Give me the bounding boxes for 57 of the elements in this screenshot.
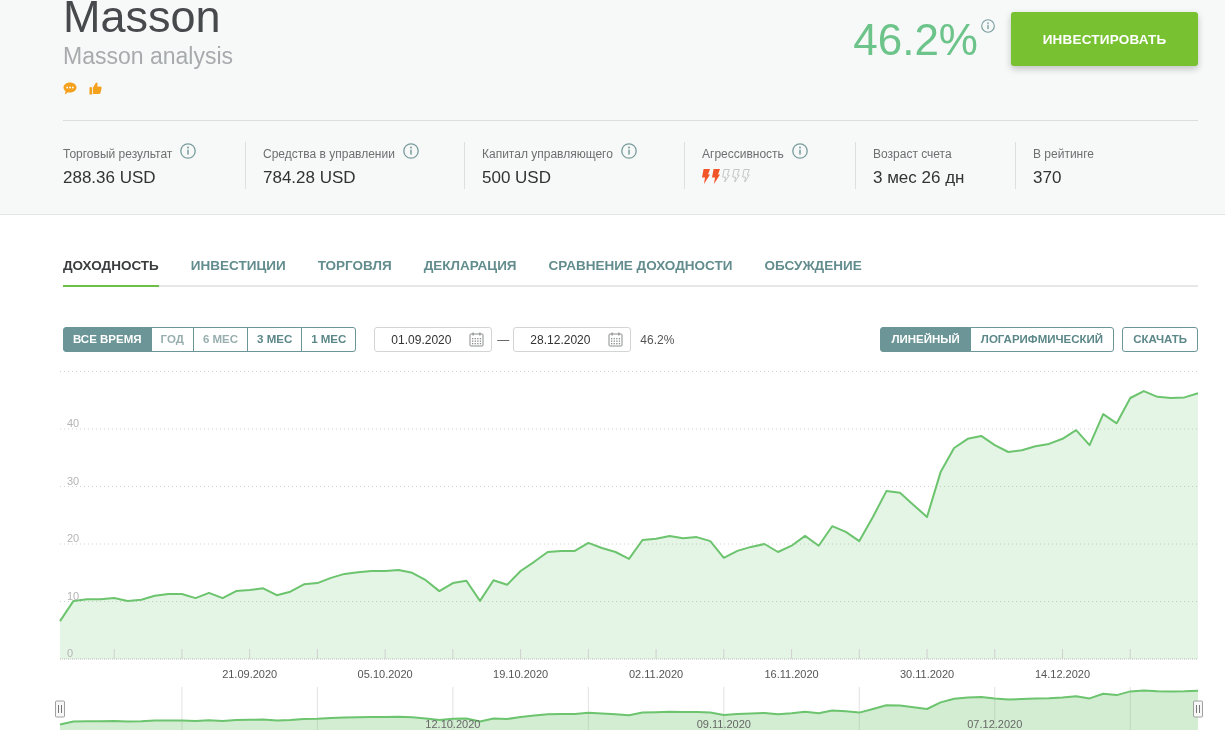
invest-button[interactable]: ИНВЕСТИРОВАТЬ — [1011, 12, 1198, 66]
axis-label: 05.10.2020 — [357, 668, 413, 680]
calendar-icon — [469, 332, 485, 347]
axis-label: 10 — [67, 589, 80, 602]
period-button[interactable]: ВСЕ ВРЕМЯ — [63, 327, 152, 352]
tab[interactable]: ДЕКЛАРАЦИЯ — [423, 256, 517, 287]
period-button[interactable]: 3 МЕС — [247, 327, 303, 352]
download-button[interactable]: СКАЧАТЬ — [1122, 327, 1198, 352]
lightning-outline-icon — [742, 169, 750, 184]
stat-label: Агрессивность — [702, 146, 784, 162]
axis-label: 16.11.2020 — [764, 668, 819, 680]
tab[interactable]: СРАВНЕНИЕ ДОХОДНОСТИ — [548, 256, 733, 287]
axis-label: 14.12.2020 — [1035, 668, 1091, 680]
stat-label: Торговый результат — [63, 146, 173, 162]
page-subtitle: Masson analysis — [63, 42, 234, 70]
stat-value: 500 USD — [482, 168, 552, 188]
stat-label: Возраст счета — [873, 146, 952, 162]
date-field[interactable]: 28.12.2020 — [513, 327, 632, 352]
range-handle[interactable] — [1193, 700, 1203, 718]
tab[interactable]: ОБСУЖДЕНИЕ — [764, 256, 862, 287]
stat-value: 288.36 USD — [63, 168, 157, 188]
speech-bubble-icon — [63, 82, 77, 95]
tab[interactable]: ТОРГОВЛЯ — [317, 256, 392, 287]
lightning-outline-icon — [722, 169, 730, 184]
lightning-icon — [702, 169, 710, 184]
stat-value: 784.28 USD — [263, 168, 357, 188]
axis-label: 30 — [67, 474, 80, 487]
navigator-label: 07.12.2020 — [967, 718, 1023, 730]
thumbs-up-icon — [89, 82, 102, 95]
scale-button[interactable]: ЛОГАРИФМИЧЕСКИЙ — [969, 327, 1115, 352]
period-button[interactable]: 1 МЕС — [301, 327, 357, 352]
axis-label: 02.11.2020 — [628, 668, 684, 680]
axis-label: 21.09.2020 — [222, 668, 278, 680]
stat-value: 370 — [1033, 168, 1063, 188]
axis-label: 40 — [67, 417, 80, 429]
scale-button[interactable]: ЛИНЕЙНЫЙ — [880, 327, 971, 352]
stat-label: Средства в управлении — [263, 146, 395, 162]
date-field[interactable]: 01.09.2020 — [374, 327, 493, 352]
date-separator: — — [497, 332, 510, 347]
axis-label: 19.10.2020 — [493, 668, 549, 680]
page-title: Masson — [63, 0, 222, 34]
tab[interactable]: ДОХОДНОСТЬ — [63, 256, 159, 287]
stat-label: В рейтинге — [1033, 146, 1094, 162]
axis-label: 20 — [67, 532, 80, 544]
stat-label: Капитал управляющего — [482, 146, 613, 162]
navigator-label: 12.10.2020 — [425, 718, 481, 730]
calendar-icon — [608, 332, 624, 347]
axis-label: 30.11.2020 — [899, 668, 955, 680]
stat-value: 3 мес 26 дн — [873, 168, 966, 188]
period-return: 46.2% — [640, 332, 675, 347]
lightning-outline-icon — [732, 169, 740, 184]
return-value: 46.2% — [853, 17, 978, 63]
navigator-label: 09.11.2020 — [696, 718, 751, 730]
lightning-icon — [712, 169, 720, 184]
tab[interactable]: ИНВЕСТИЦИИ — [190, 256, 286, 287]
range-handle[interactable] — [55, 700, 65, 718]
info-icon — [981, 19, 995, 33]
